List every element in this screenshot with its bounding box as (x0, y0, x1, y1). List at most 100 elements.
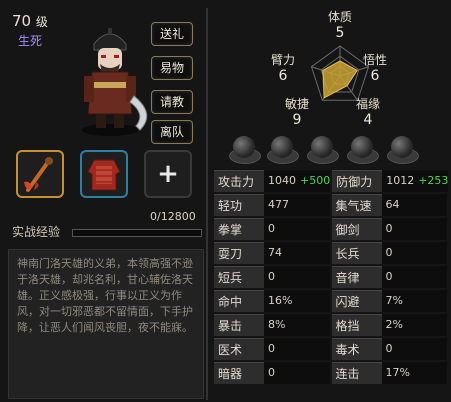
stats-row: 暴击 8% 格挡 2% (214, 314, 449, 336)
stat-cell: 拳掌 0 (214, 218, 330, 240)
stat-number: 8% (268, 318, 286, 331)
level-value: 70 (12, 12, 32, 30)
stat-value: 1040 +500 (264, 170, 331, 192)
stat-cell: 防御力 1012 +253 (332, 170, 449, 192)
empty-socket-icon[interactable] (233, 136, 255, 158)
stat-number: 1040 (268, 174, 296, 187)
stat-number: 0 (385, 342, 393, 355)
stat-number: 0 (268, 342, 275, 355)
stat-cell: 命中 16% (214, 290, 330, 312)
stat-label: 御剑 (331, 218, 382, 240)
attribute-radar: 体质 5 悟性 6 福缘 4 敏捷 9 臂力 6 (235, 8, 445, 133)
stat-value: 8% (264, 314, 330, 336)
stat-cell: 短兵 0 (214, 266, 330, 288)
stat-label: 轻功 (214, 194, 264, 216)
stat-label: 暗器 (214, 362, 264, 384)
stat-cell: 轻功 477 (214, 194, 330, 216)
character-description: 神南门洛天雄的义弟，本领高强不逊于洛天雄，却兆名利，甘心辅佐洛天雄。正义感极强，… (8, 249, 204, 399)
stat-cell: 格挡 2% (331, 314, 447, 336)
stats-row: 命中 16% 闪避 7% (214, 290, 449, 312)
stat-label: 格挡 (331, 314, 382, 336)
level-unit: 级 (35, 15, 48, 29)
stat-value: 64 (381, 194, 447, 216)
warrior-sprite-icon (82, 28, 148, 136)
stats-row: 耍刀 74 长兵 0 (214, 242, 449, 264)
stat-label: 耍刀 (214, 242, 264, 264)
stat-value: 0 (381, 218, 447, 240)
stat-label: 医术 (214, 338, 264, 360)
stat-number: 477 (268, 198, 289, 211)
panel-divider (206, 8, 208, 400)
leave-party-button[interactable]: 离队 (151, 120, 193, 144)
stat-label: 命中 (214, 290, 264, 312)
stat-label: 连击 (331, 362, 382, 384)
weapon-slot[interactable] (16, 150, 64, 198)
stat-cell: 御剑 0 (331, 218, 447, 240)
stats-row: 暗器 0 连击 17% (214, 362, 449, 384)
stat-number: 64 (385, 198, 400, 211)
gift-button[interactable]: 送礼 (151, 22, 193, 46)
stat-label: 攻击力 (214, 170, 264, 192)
stat-cell: 医术 0 (214, 338, 330, 360)
stat-cell: 连击 17% (331, 362, 447, 384)
stat-number: 0 (268, 222, 275, 235)
stat-value: 17% (381, 362, 447, 384)
plus-icon: + (157, 159, 179, 189)
stat-label: 音律 (331, 266, 382, 288)
stat-label: 暴击 (214, 314, 264, 336)
stats-row: 轻功 477 集气速度64 (214, 194, 449, 235)
attr-fortune: 福缘 4 (355, 97, 380, 128)
attr-strength: 臂力 6 (270, 53, 295, 84)
stat-value: 0 (381, 266, 447, 288)
stat-cell: 暗器 0 (214, 362, 330, 384)
empty-socket-icon[interactable] (311, 136, 333, 158)
attr-agility: 敏捷 9 (284, 97, 309, 128)
stat-cell: 毒术 0 (331, 338, 447, 360)
armor-slot[interactable] (80, 150, 128, 198)
stat-label: 防御力 (332, 170, 383, 192)
empty-socket-icon[interactable] (391, 136, 413, 158)
stat-label: 拳掌 (214, 218, 264, 240)
stat-value: 16% (264, 290, 330, 312)
pipe-weapon-icon (24, 157, 53, 192)
experience-bar (72, 229, 202, 237)
faction-label: 生死 (18, 34, 43, 48)
stat-label: 毒术 (331, 338, 382, 360)
consult-button[interactable]: 请教 (151, 90, 193, 114)
stat-number: 74 (268, 246, 282, 259)
trade-button[interactable]: 易物 (151, 56, 193, 80)
stat-number: 16% (268, 294, 293, 307)
stat-value: 74 (264, 242, 330, 264)
stat-value: 0 (264, 338, 330, 360)
stat-value: 7% (381, 290, 447, 312)
robe-armor-icon (87, 159, 121, 191)
stat-label: 闪避 (331, 290, 382, 312)
stat-cell: 攻击力 1040 +500 (214, 170, 331, 192)
stat-label: 短兵 (214, 266, 264, 288)
add-equipment-slot[interactable]: + (144, 150, 192, 198)
stat-number: 0 (385, 246, 393, 259)
stat-value: 0 (264, 266, 330, 288)
stat-value: 0 (264, 218, 330, 240)
stat-number: 0 (385, 270, 393, 283)
stat-value: 0 (381, 338, 447, 360)
stat-cell: 音律 0 (331, 266, 447, 288)
stat-number: 7% (385, 294, 403, 307)
stat-value: 0 (264, 362, 330, 384)
stat-number: 0 (268, 366, 275, 379)
stats-row: 攻击力 1040 +500 防御力 1012 +253 (214, 170, 449, 192)
experience-value: 0/12800 (150, 210, 196, 223)
stat-number: 2% (385, 318, 403, 331)
attr-constitution: 体质 5 (327, 10, 352, 41)
empty-socket-icon[interactable] (351, 136, 373, 158)
stats-grid: 攻击力1040+500防御力1012+253轻功477集气速度64拳掌0御剑0耍… (214, 170, 449, 386)
empty-socket-icon[interactable] (271, 136, 293, 158)
stat-cell: 长兵 0 (331, 242, 447, 264)
stats-row: 医术 0 毒术 0 (214, 338, 449, 360)
stats-row: 拳掌 0 御剑 0 (214, 218, 449, 240)
stat-label: 集气速度 (331, 194, 382, 235)
stat-bonus: +500 (300, 174, 331, 187)
experience-label: 实战经验 (12, 225, 61, 239)
stat-bonus: +253 (418, 174, 449, 187)
stat-cell: 耍刀 74 (214, 242, 330, 264)
